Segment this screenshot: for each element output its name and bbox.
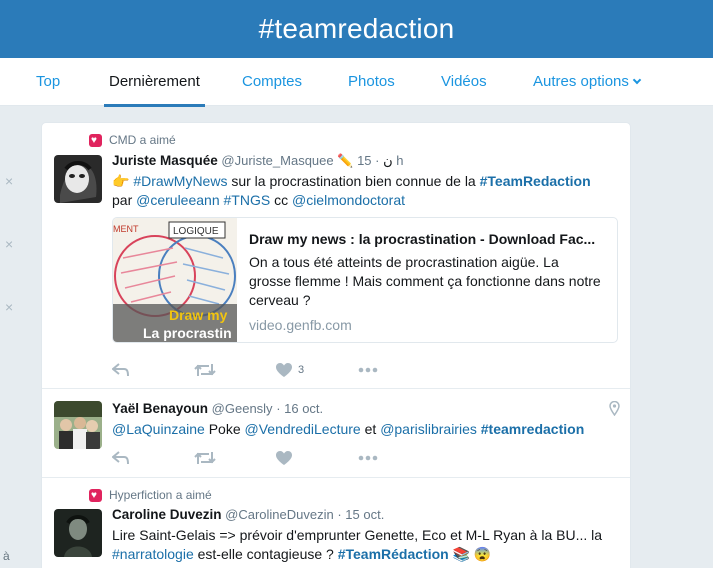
tab-accounts[interactable]: Comptes: [242, 58, 302, 106]
text-fragment: est-elle contagieuse ?: [193, 546, 338, 562]
thumb-caption-2: La procrastin: [143, 325, 232, 341]
more-button[interactable]: [358, 367, 440, 373]
card-domain: video.genfb.com: [249, 317, 352, 333]
tweet-header: Yaël Benayoun @Geensly · 16 oct.: [112, 401, 323, 416]
heart-badge-icon: [89, 133, 102, 147]
tweet-stream: CMD a aimé Juriste Masquée @Juriste_Masq…: [41, 122, 631, 568]
author-handle[interactable]: @Juriste_Masquee: [221, 153, 333, 168]
hashtag-link[interactable]: #narratologie: [112, 546, 194, 562]
retweet-button[interactable]: [194, 450, 276, 466]
tweet-item[interactable]: Yaël Benayoun @Geensly · 16 oct. @LaQuin…: [42, 389, 630, 478]
text-fragment: Lire Saint-Gelais => prévoir d'emprunter…: [112, 527, 603, 543]
reply-button[interactable]: [112, 362, 194, 378]
heart-icon: [276, 450, 292, 465]
social-context-label: Hyperfiction a aimé: [109, 488, 212, 502]
tweet-header: Juriste Masquée @Juriste_Masquee ✏️ ن · …: [112, 153, 404, 169]
mention-link[interactable]: @LaQuinzaine: [112, 421, 205, 437]
tweet-text: 👉 #DrawMyNews sur la procrastination bie…: [112, 172, 622, 210]
author-handle[interactable]: @CarolineDuvezin: [225, 507, 334, 522]
tweet-text: @LaQuinzaine Poke @VendrediLecture et @p…: [112, 420, 622, 439]
avatar[interactable]: [54, 155, 102, 203]
thumb-label-left: MENT: [113, 224, 139, 234]
text-fragment: et: [360, 421, 381, 437]
mention-link[interactable]: @cielmondoctorat: [292, 192, 405, 208]
tweet-time[interactable]: · 15 h: [357, 153, 403, 168]
search-header: #teamredaction: [0, 0, 713, 58]
reply-icon: [112, 363, 129, 377]
side-text: à: [3, 549, 10, 563]
mention-link[interactable]: @parislibrairies: [380, 421, 477, 437]
avatar[interactable]: [54, 401, 102, 449]
retweet-icon: [194, 364, 216, 376]
like-button[interactable]: 3: [276, 362, 358, 378]
card-content: Draw my news : la procrastination - Down…: [237, 218, 617, 342]
card-description: On a tous été atteints de procrastinatio…: [249, 254, 601, 308]
location-pin-icon[interactable]: [609, 401, 620, 416]
emoji-fragment: 📚 😨: [448, 546, 492, 562]
card-thumbnail: MENT LOGIQUE Draw my La procrastin: [113, 218, 237, 342]
tab-videos[interactable]: Vidéos: [441, 58, 487, 106]
social-context: CMD a aimé: [89, 133, 176, 147]
tweet-time[interactable]: · 16 oct.: [276, 401, 323, 416]
heart-icon: [276, 362, 292, 377]
text-fragment: sur la procrastination bien connue de la: [227, 173, 480, 189]
avatar[interactable]: [54, 509, 102, 557]
like-button[interactable]: [276, 450, 358, 466]
tab-top[interactable]: Top: [36, 58, 60, 106]
thumb-caption-1: Draw my: [169, 307, 228, 323]
hashtag-link[interactable]: #TeamRedaction: [480, 173, 591, 189]
link-card[interactable]: MENT LOGIQUE Draw my La procrastin Draw …: [112, 217, 618, 343]
retweet-icon: [194, 452, 216, 464]
mention-link[interactable]: @ceruleeann: [136, 192, 220, 208]
pointing-hand-emoji: 👉: [112, 173, 130, 189]
text-fragment: Poke: [204, 421, 245, 437]
chevron-down-icon: [632, 75, 642, 85]
more-icon: [358, 367, 378, 373]
hashtag-link[interactable]: #teamredaction: [481, 421, 584, 437]
hashtag-link[interactable]: #TeamRédaction: [338, 546, 449, 562]
close-icon[interactable]: ×: [5, 173, 13, 189]
tweet-item[interactable]: CMD a aimé Juriste Masquée @Juriste_Masq…: [42, 123, 630, 389]
tweet-item[interactable]: Hyperfiction a aimé Caroline Duvezin @Ca…: [42, 478, 630, 568]
thumb-label-right: LOGIQUE: [173, 226, 219, 237]
tweet-header: Caroline Duvezin @CarolineDuvezin · 15 o…: [112, 507, 384, 522]
tab-photos[interactable]: Photos: [348, 58, 395, 106]
close-icon[interactable]: ×: [5, 236, 13, 252]
page-title: #teamredaction: [258, 13, 455, 44]
retweet-button[interactable]: [194, 362, 276, 378]
author-handle[interactable]: @Geensly: [212, 401, 273, 416]
tab-more-options-label: Autres options: [533, 73, 629, 90]
author-name[interactable]: Caroline Duvezin: [112, 507, 222, 522]
text-fragment: par: [112, 192, 137, 208]
tab-more-options[interactable]: Autres options: [533, 58, 642, 106]
author-name[interactable]: Yaël Benayoun: [112, 401, 208, 416]
author-name[interactable]: Juriste Masquée: [112, 153, 218, 168]
heart-badge-icon: [89, 488, 102, 502]
close-icon[interactable]: ×: [5, 299, 13, 315]
search-nav: Top Dernièrement Comptes Photos Vidéos A…: [0, 58, 713, 107]
like-count: 3: [298, 364, 305, 376]
reply-icon: [112, 451, 129, 465]
tweet-actions: 3: [112, 360, 440, 380]
card-title[interactable]: Draw my news : la procrastination - Down…: [249, 231, 603, 247]
reply-button[interactable]: [112, 450, 194, 466]
tab-latest[interactable]: Dernièrement: [104, 58, 205, 107]
hashtag-link[interactable]: #TNGS: [224, 192, 271, 208]
more-icon: [358, 455, 378, 461]
text-fragment: cc: [270, 192, 292, 208]
more-button[interactable]: [358, 455, 440, 461]
hashtag-link[interactable]: #DrawMyNews: [133, 173, 227, 189]
tweet-text: Lire Saint-Gelais => prévoir d'emprunter…: [112, 526, 622, 564]
tweet-actions: [112, 448, 440, 468]
social-context-label: CMD a aimé: [109, 133, 176, 147]
social-context: Hyperfiction a aimé: [89, 488, 212, 502]
mention-link[interactable]: @VendrediLecture: [245, 421, 361, 437]
tweet-time[interactable]: · 15 oct.: [337, 507, 384, 522]
